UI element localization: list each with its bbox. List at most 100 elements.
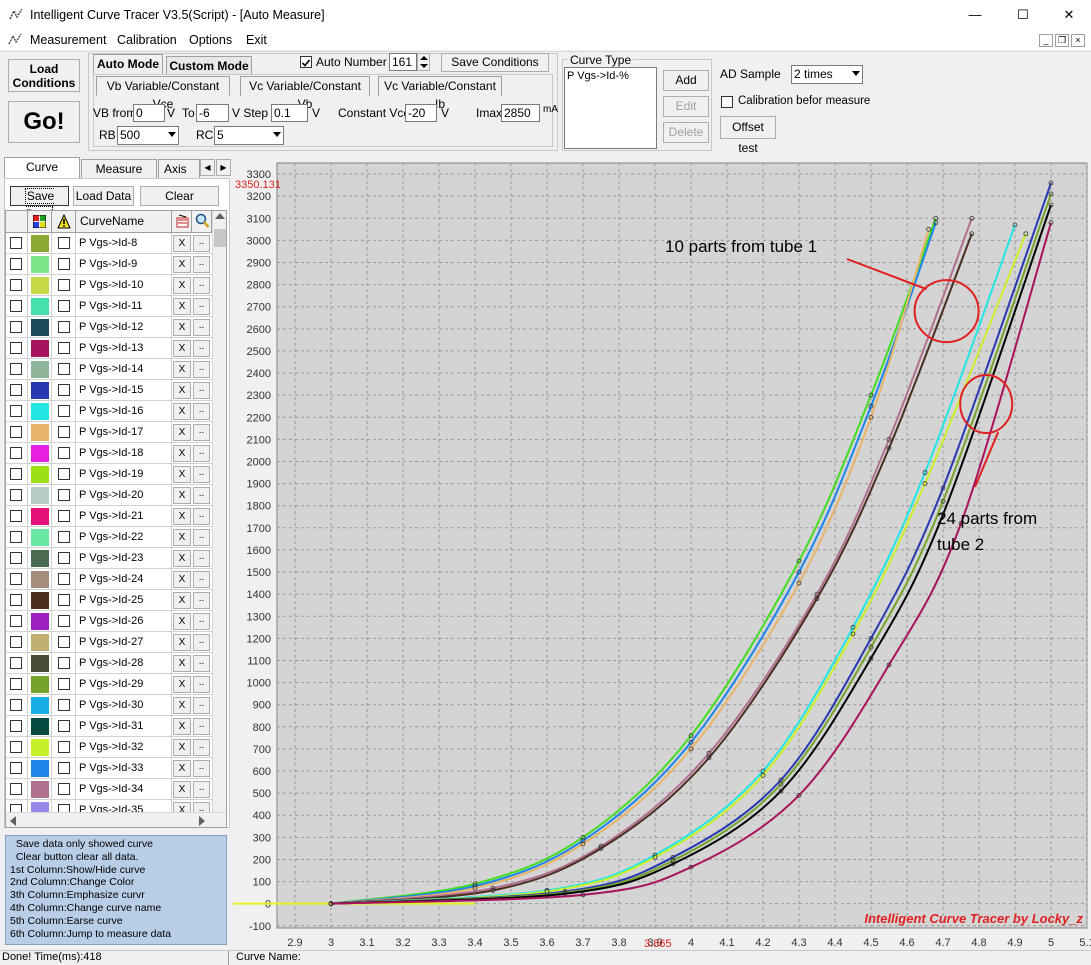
jump-to-data-button[interactable]: .. bbox=[193, 445, 210, 462]
emphasize-checkbox[interactable] bbox=[58, 300, 70, 312]
jump-to-data-button[interactable]: .. bbox=[193, 508, 210, 525]
emphasize-checkbox[interactable] bbox=[58, 573, 70, 585]
erase-curve-button[interactable]: X bbox=[173, 592, 191, 609]
load-data-button[interactable]: Load Data bbox=[73, 186, 134, 206]
curve-name[interactable]: P Vgs->Id-30 bbox=[76, 695, 172, 716]
color-swatch[interactable] bbox=[31, 529, 49, 546]
color-cell[interactable] bbox=[28, 569, 52, 590]
menu-measurement[interactable]: Measurement bbox=[30, 33, 106, 47]
tab-measure-data[interactable]: Measure Data bbox=[81, 159, 157, 194]
jump-to-data-button[interactable]: .. bbox=[193, 613, 210, 630]
jump-to-data-button[interactable]: .. bbox=[193, 760, 210, 777]
curve-name[interactable]: P Vgs->Id-11 bbox=[76, 296, 172, 317]
erase-curve-button[interactable]: X bbox=[173, 277, 191, 294]
erase-curve-button[interactable]: X bbox=[173, 298, 191, 315]
emphasize-checkbox[interactable] bbox=[58, 384, 70, 396]
jump-to-data-button[interactable]: .. bbox=[193, 697, 210, 714]
go-button[interactable]: Go! bbox=[8, 101, 80, 143]
color-cell[interactable] bbox=[28, 758, 52, 779]
auto-number-input[interactable]: 161 bbox=[389, 53, 417, 71]
emphasize-checkbox[interactable] bbox=[58, 510, 70, 522]
color-cell[interactable] bbox=[28, 464, 52, 485]
emphasize-checkbox[interactable] bbox=[58, 342, 70, 354]
color-cell[interactable] bbox=[28, 527, 52, 548]
color-cell[interactable] bbox=[28, 338, 52, 359]
jump-to-data-button[interactable]: .. bbox=[193, 592, 210, 609]
color-cell[interactable] bbox=[28, 590, 52, 611]
erase-curve-button[interactable]: X bbox=[173, 487, 191, 504]
show-hide-checkbox[interactable] bbox=[10, 741, 22, 753]
color-cell[interactable] bbox=[28, 737, 52, 758]
curve-chart[interactable]: 3300320031003000290028002700260025002400… bbox=[233, 155, 1091, 950]
minimize-button[interactable]: — bbox=[952, 0, 998, 30]
curve-name[interactable]: P Vgs->Id-12 bbox=[76, 317, 172, 338]
curve-name[interactable]: P Vgs->Id-21 bbox=[76, 506, 172, 527]
tab-auto-mode[interactable]: Auto Mode bbox=[93, 54, 163, 75]
curve-name[interactable]: P Vgs->Id-26 bbox=[76, 611, 172, 632]
offset-test-button[interactable]: Offset test bbox=[720, 116, 776, 155]
mdi-close-button[interactable]: × bbox=[1071, 34, 1085, 47]
jump-to-data-button[interactable]: .. bbox=[193, 382, 210, 399]
load-conditions-button[interactable]: Load Conditions bbox=[8, 59, 80, 92]
jump-to-data-button[interactable]: .. bbox=[193, 781, 210, 798]
erase-curve-button[interactable]: X bbox=[173, 697, 191, 714]
jump-to-data-button[interactable]: .. bbox=[193, 424, 210, 441]
curve-name[interactable]: P Vgs->Id-24 bbox=[76, 569, 172, 590]
color-cell[interactable] bbox=[28, 422, 52, 443]
tab-axis-control[interactable]: Axis Co bbox=[158, 159, 200, 179]
emphasize-checkbox[interactable] bbox=[58, 678, 70, 690]
color-swatch[interactable] bbox=[31, 634, 49, 651]
color-swatch[interactable] bbox=[31, 466, 49, 483]
jump-to-data-button[interactable]: .. bbox=[193, 676, 210, 693]
color-cell[interactable] bbox=[28, 359, 52, 380]
erase-curve-button[interactable]: X bbox=[173, 361, 191, 378]
erase-curve-button[interactable]: X bbox=[173, 403, 191, 420]
rc-select[interactable]: 5 bbox=[214, 126, 284, 145]
color-swatch[interactable] bbox=[31, 613, 49, 630]
emphasize-checkbox[interactable] bbox=[58, 594, 70, 606]
color-cell[interactable] bbox=[28, 779, 52, 800]
color-cell[interactable] bbox=[28, 275, 52, 296]
erase-curve-button[interactable]: X bbox=[173, 256, 191, 273]
curve-name[interactable]: P Vgs->Id-13 bbox=[76, 338, 172, 359]
erase-curve-button[interactable]: X bbox=[173, 718, 191, 735]
show-hide-checkbox[interactable] bbox=[10, 237, 22, 249]
erase-curve-button[interactable]: X bbox=[173, 676, 191, 693]
erase-curve-button[interactable]: X bbox=[173, 550, 191, 567]
curve-name[interactable]: P Vgs->Id-14 bbox=[76, 359, 172, 380]
jump-to-data-button[interactable]: .. bbox=[193, 319, 210, 336]
jump-to-data-button[interactable]: .. bbox=[193, 298, 210, 315]
jump-to-data-button[interactable]: .. bbox=[193, 361, 210, 378]
curve-name[interactable]: P Vgs->Id-10 bbox=[76, 275, 172, 296]
color-swatch[interactable] bbox=[31, 697, 49, 714]
show-hide-checkbox[interactable] bbox=[10, 678, 22, 690]
color-swatch[interactable] bbox=[31, 382, 49, 399]
curve-name[interactable]: P Vgs->Id-8 bbox=[76, 233, 172, 254]
show-hide-checkbox[interactable] bbox=[10, 531, 22, 543]
color-swatch[interactable] bbox=[31, 739, 49, 756]
color-swatch[interactable] bbox=[31, 571, 49, 588]
erase-curve-button[interactable]: X bbox=[173, 319, 191, 336]
jump-to-data-button[interactable]: .. bbox=[193, 718, 210, 735]
color-swatch[interactable] bbox=[31, 508, 49, 525]
jump-to-data-button[interactable]: .. bbox=[193, 655, 210, 672]
show-hide-checkbox[interactable] bbox=[10, 657, 22, 669]
jump-to-data-button[interactable]: .. bbox=[193, 256, 210, 273]
scroll-right-icon[interactable] bbox=[199, 816, 205, 826]
step-input[interactable]: 0.1 bbox=[271, 104, 308, 122]
jump-to-data-button[interactable]: .. bbox=[193, 487, 210, 504]
color-swatch[interactable] bbox=[31, 424, 49, 441]
tab-scroll-right-button[interactable]: ▶ bbox=[216, 159, 231, 176]
emphasize-checkbox[interactable] bbox=[58, 783, 70, 795]
emphasize-checkbox[interactable] bbox=[58, 237, 70, 249]
horizontal-scrollbar[interactable] bbox=[6, 812, 226, 827]
emphasize-checkbox[interactable] bbox=[58, 741, 70, 753]
emphasize-checkbox[interactable] bbox=[58, 657, 70, 669]
curve-type-item[interactable]: P Vgs->Id-% bbox=[567, 70, 654, 82]
show-hide-checkbox[interactable] bbox=[10, 279, 22, 291]
erase-curve-button[interactable]: X bbox=[173, 760, 191, 777]
color-cell[interactable] bbox=[28, 380, 52, 401]
emphasize-checkbox[interactable] bbox=[58, 615, 70, 627]
show-hide-checkbox[interactable] bbox=[10, 615, 22, 627]
curve-name[interactable]: P Vgs->Id-20 bbox=[76, 485, 172, 506]
